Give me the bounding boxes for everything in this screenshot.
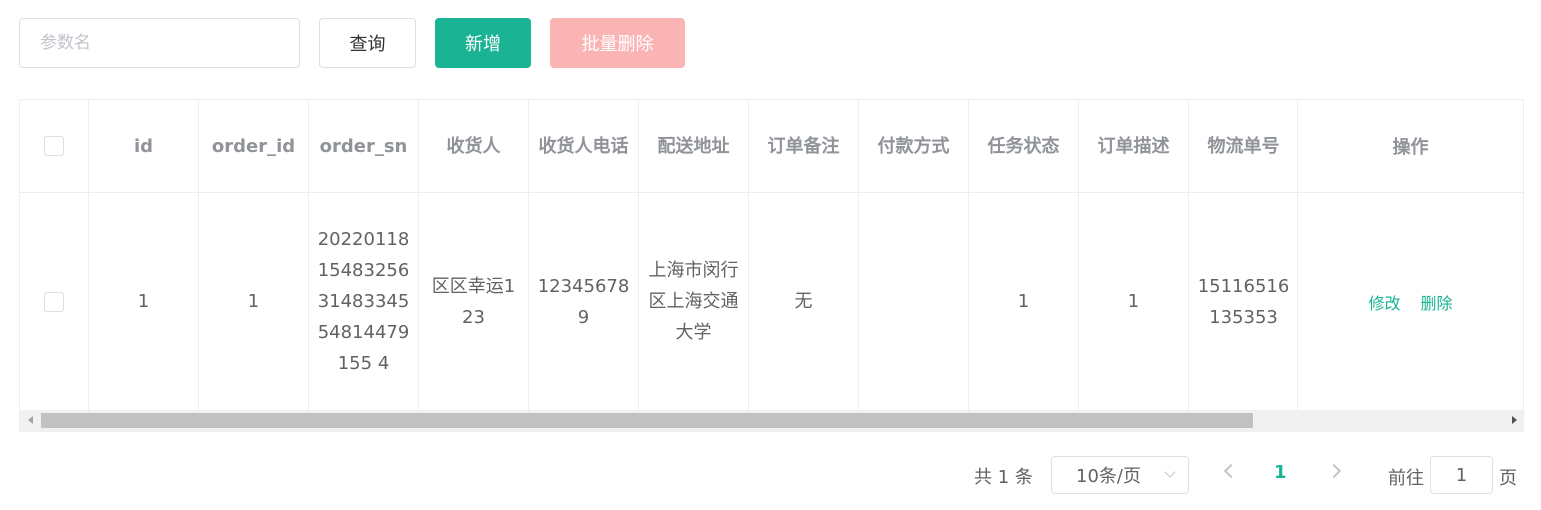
column-header-id[interactable]: id [89, 100, 199, 192]
cell-id: 1 [89, 193, 199, 410]
page-number-current[interactable]: 1 [1274, 462, 1287, 483]
row-select-cell [20, 193, 89, 410]
delete-link[interactable]: 删除 [1421, 290, 1453, 314]
column-header-actions: 操作 [1298, 100, 1523, 193]
column-header-remark[interactable]: 订单备注 [749, 100, 859, 192]
goto-label: 前往 [1388, 468, 1424, 489]
fixed-action-column: 操作 修改 删除 [1297, 100, 1523, 410]
batch-delete-button[interactable]: 批量删除 [550, 18, 685, 68]
cell-address: 上海市闵行区上海交通大学 [639, 193, 749, 410]
page-size-value: 10条/页 [1076, 466, 1141, 487]
column-header-phone[interactable]: 收货人电话 [529, 100, 639, 192]
next-page-icon[interactable] [1326, 463, 1342, 479]
cell-remark: 无 [749, 193, 859, 410]
add-button[interactable]: 新增 [435, 18, 531, 68]
column-header-consignee[interactable]: 收货人 [419, 100, 529, 192]
scrollbar-thumb[interactable] [41, 413, 1253, 428]
table-row: 1 1 20220118154832563148334554814479155 … [20, 193, 1299, 410]
table-header: id order_id order_sn 收货人 收货人电话 配送地址 订单备注… [20, 100, 1299, 193]
column-header-address[interactable]: 配送地址 [639, 100, 749, 192]
cell-phone: 123456789 [529, 193, 639, 410]
row-checkbox[interactable] [44, 291, 64, 312]
query-button[interactable]: 查询 [319, 18, 416, 68]
column-header-description[interactable]: 订单描述 [1079, 100, 1189, 192]
row-actions: 修改 删除 [1298, 193, 1523, 410]
search-input[interactable] [19, 18, 300, 68]
column-header-order-id[interactable]: order_id [199, 100, 309, 192]
scroll-right-icon[interactable] [1512, 416, 1517, 424]
goto-page-input[interactable] [1430, 456, 1493, 494]
column-header-payment[interactable]: 付款方式 [859, 100, 969, 192]
cell-consignee: 区区幸运123 [419, 193, 529, 410]
scroll-left-icon[interactable] [28, 416, 33, 424]
select-all-checkbox[interactable] [44, 136, 64, 156]
cell-description: 1 [1079, 193, 1189, 410]
prev-page-icon[interactable] [1223, 463, 1239, 479]
horizontal-scrollbar[interactable] [20, 410, 1523, 431]
column-header-logistics-no[interactable]: 物流单号 [1189, 100, 1299, 192]
goto-suffix: 页 [1499, 468, 1517, 489]
column-header-order-sn[interactable]: order_sn [309, 100, 419, 192]
cell-logistics-no: 15116516135353 [1189, 193, 1299, 410]
pagination-total: 共 1 条 [974, 467, 1033, 488]
edit-link[interactable]: 修改 [1368, 290, 1400, 314]
cell-payment [859, 193, 969, 410]
select-all-cell [20, 100, 89, 192]
chevron-down-icon [1164, 466, 1176, 478]
cell-task-status: 1 [969, 193, 1079, 410]
data-table: id order_id order_sn 收货人 收货人电话 配送地址 订单备注… [19, 99, 1524, 432]
cell-order-sn: 20220118154832563148334554814479155 4 [309, 193, 419, 410]
cell-order-id: 1 [199, 193, 309, 410]
page-size-select[interactable]: 10条/页 [1051, 456, 1189, 494]
column-header-task-status[interactable]: 任务状态 [969, 100, 1079, 192]
